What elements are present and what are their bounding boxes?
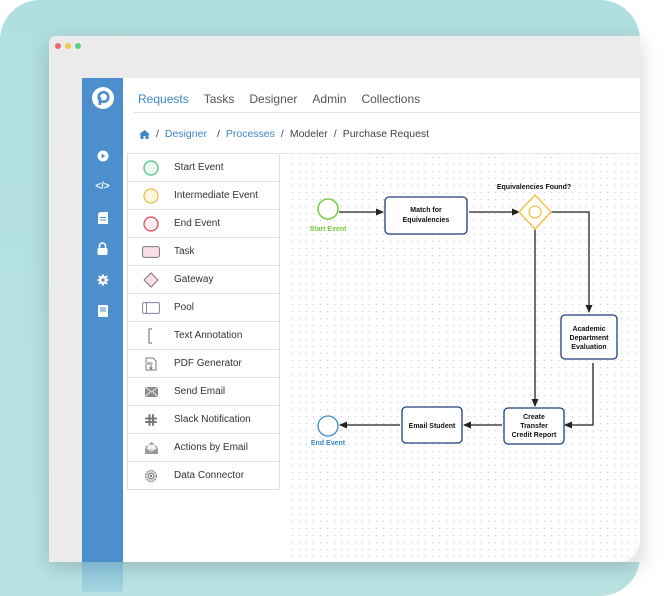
start-event-label: Start Event xyxy=(310,226,348,233)
app: </> Requests Tasks Designer Admin Collec… xyxy=(82,78,640,562)
task-label-line: Evaluation xyxy=(571,344,606,351)
flow-academic-to-create[interactable] xyxy=(564,363,594,429)
task-label-line: Credit Report xyxy=(512,432,557,439)
sidebar-reflection xyxy=(82,562,123,592)
task-label-line: Equivalencies xyxy=(403,217,450,224)
task-label: Academic xyxy=(572,326,605,333)
task-label: Email Student xyxy=(409,423,456,430)
browser-window: </> Requests Tasks Designer Admin Collec… xyxy=(49,36,640,562)
task-label-line: Academic xyxy=(572,326,605,333)
task-label-line: Department xyxy=(570,335,610,342)
traffic-lights xyxy=(55,43,81,49)
task-label-line: Transfer xyxy=(520,423,548,430)
task-label: Create xyxy=(523,414,545,421)
task-match-for-equivalencies[interactable] xyxy=(384,196,468,235)
minimize-window-button[interactable] xyxy=(65,43,71,49)
maximize-window-button[interactable] xyxy=(75,43,81,49)
task-label: Equivalencies xyxy=(403,217,450,224)
task-label: Transfer xyxy=(520,423,548,430)
flow-gateway-to-academic[interactable] xyxy=(551,211,593,313)
task-label: Evaluation xyxy=(571,344,606,351)
diagram-start-event[interactable] xyxy=(317,198,339,220)
end-event-label: End Event xyxy=(311,440,346,447)
task-label-line: Email Student xyxy=(409,423,456,430)
diagram-end-event[interactable] xyxy=(317,415,339,437)
task-label: Department xyxy=(570,335,610,342)
task-label: Match for xyxy=(410,207,442,214)
diagram-gateway[interactable] xyxy=(517,193,553,231)
close-window-button[interactable] xyxy=(55,43,61,49)
process-diagram: Start Event Match for Equivalencies Equi… xyxy=(310,184,618,447)
task-label-line: Create xyxy=(523,414,545,421)
gateway-label: Equivalencies Found? xyxy=(497,184,571,191)
task-label-line: Match for xyxy=(410,207,442,214)
task-label: Credit Report xyxy=(512,432,557,439)
